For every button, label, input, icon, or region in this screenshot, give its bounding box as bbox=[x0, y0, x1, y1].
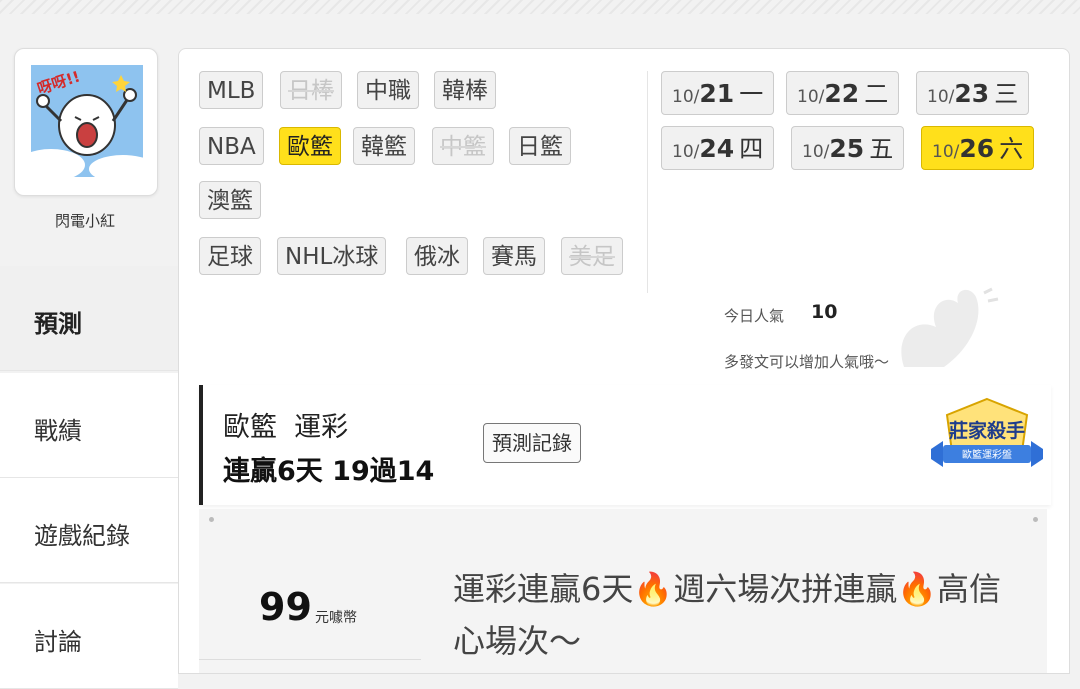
menu-item-discussion[interactable]: 討論 bbox=[0, 584, 178, 689]
divider bbox=[647, 71, 648, 293]
sport-tag-horse-racing[interactable]: 賽馬 bbox=[483, 237, 545, 275]
avatar[interactable]: 呀呀!! bbox=[14, 48, 158, 196]
popularity-label: 今日人氣 bbox=[724, 307, 785, 325]
date-tab-1024[interactable]: 10/24 四 bbox=[661, 126, 775, 170]
sport-tag-nbl[interactable]: 澳籃 bbox=[199, 181, 261, 219]
date-tab-1023[interactable]: 10/23 三 bbox=[916, 71, 1030, 115]
sport-tag-soccer[interactable]: 足球 bbox=[199, 237, 261, 275]
post-title[interactable]: 運彩連贏6天🔥週六場次拼連贏🔥高信心場次～ bbox=[453, 563, 1013, 667]
date-tab-1025[interactable]: 10/25 五 bbox=[791, 126, 905, 170]
menu-item-label: 預測 bbox=[34, 310, 82, 338]
sport-tag-khl[interactable]: 俄冰 bbox=[406, 237, 468, 275]
sport-tag-mlb[interactable]: MLB bbox=[199, 71, 264, 109]
post-price: 99 bbox=[259, 585, 312, 629]
post-price-unit: 元噱幣 bbox=[315, 610, 357, 626]
menu-item-record[interactable]: 戰績 bbox=[0, 373, 178, 478]
popularity-hint: 多發文可以增加人氣哦～ bbox=[724, 353, 890, 371]
corner-dot bbox=[209, 517, 214, 522]
main-panel: MLB 日棒 中職 韓棒 NBA 歐籃 韓籃 中籃 日籃 澳籃 足球 NHL冰球… bbox=[178, 48, 1070, 674]
record-streak: 連贏6天 19過14 bbox=[223, 456, 435, 487]
menu-item-label: 戰績 bbox=[34, 417, 82, 445]
avatar-image: 呀呀!! bbox=[31, 65, 143, 177]
price-divider bbox=[199, 659, 421, 660]
left-sidebar: 呀呀!! 閃電小紅 預測 戰績 遊戲紀錄 討論 bbox=[0, 0, 178, 689]
svg-text:歐籃運彩盤: 歐籃運彩盤 bbox=[962, 448, 1012, 461]
sport-tag-nba[interactable]: NBA bbox=[199, 127, 264, 165]
date-tab-1026[interactable]: 10/26 六 bbox=[921, 126, 1035, 170]
bookmaker-killer-badge: 莊家殺手 歐籃運彩盤 bbox=[931, 397, 1043, 467]
svg-text:莊家殺手: 莊家殺手 bbox=[949, 419, 1025, 442]
sport-tag-bleague[interactable]: 日籃 bbox=[509, 127, 571, 165]
date-tab-1022[interactable]: 10/22 二 bbox=[786, 71, 900, 115]
sport-tag-nfl: 美足 bbox=[561, 237, 623, 275]
sport-tag-cpbl[interactable]: 中職 bbox=[357, 71, 419, 109]
user-name[interactable]: 閃電小紅 bbox=[0, 210, 170, 231]
record-category: 歐籃 運彩 bbox=[223, 412, 349, 443]
menu-item-label: 討論 bbox=[34, 628, 82, 656]
prediction-history-button[interactable]: 預測記錄 bbox=[483, 423, 581, 463]
date-tab-1021[interactable]: 10/21 一 bbox=[661, 71, 775, 115]
post-card[interactable]: 99 元噱幣 運彩連贏6天🔥週六場次拼連贏🔥高信心場次～ bbox=[199, 509, 1047, 673]
corner-dot bbox=[1033, 517, 1038, 522]
menu-item-game-history[interactable]: 遊戲紀錄 bbox=[0, 478, 178, 583]
sport-tag-euro-basketball[interactable]: 歐籃 bbox=[279, 127, 341, 165]
popularity-value: 10 bbox=[811, 301, 838, 323]
menu-item-label: 遊戲紀錄 bbox=[34, 522, 130, 550]
sport-tag-sbl: 中籃 bbox=[432, 127, 494, 165]
record-summary: 歐籃 運彩 連贏6天 19過14 預測記錄 莊家殺手 歐籃運彩盤 bbox=[199, 385, 1051, 505]
sport-tag-nhl[interactable]: NHL冰球 bbox=[277, 237, 387, 275]
sport-tag-npb: 日棒 bbox=[280, 71, 342, 109]
wings-icon bbox=[901, 287, 999, 367]
sport-tag-kbl[interactable]: 韓籃 bbox=[353, 127, 415, 165]
menu-item-predict[interactable]: 預測 bbox=[0, 266, 178, 371]
sport-tag-kbo[interactable]: 韓棒 bbox=[434, 71, 496, 109]
